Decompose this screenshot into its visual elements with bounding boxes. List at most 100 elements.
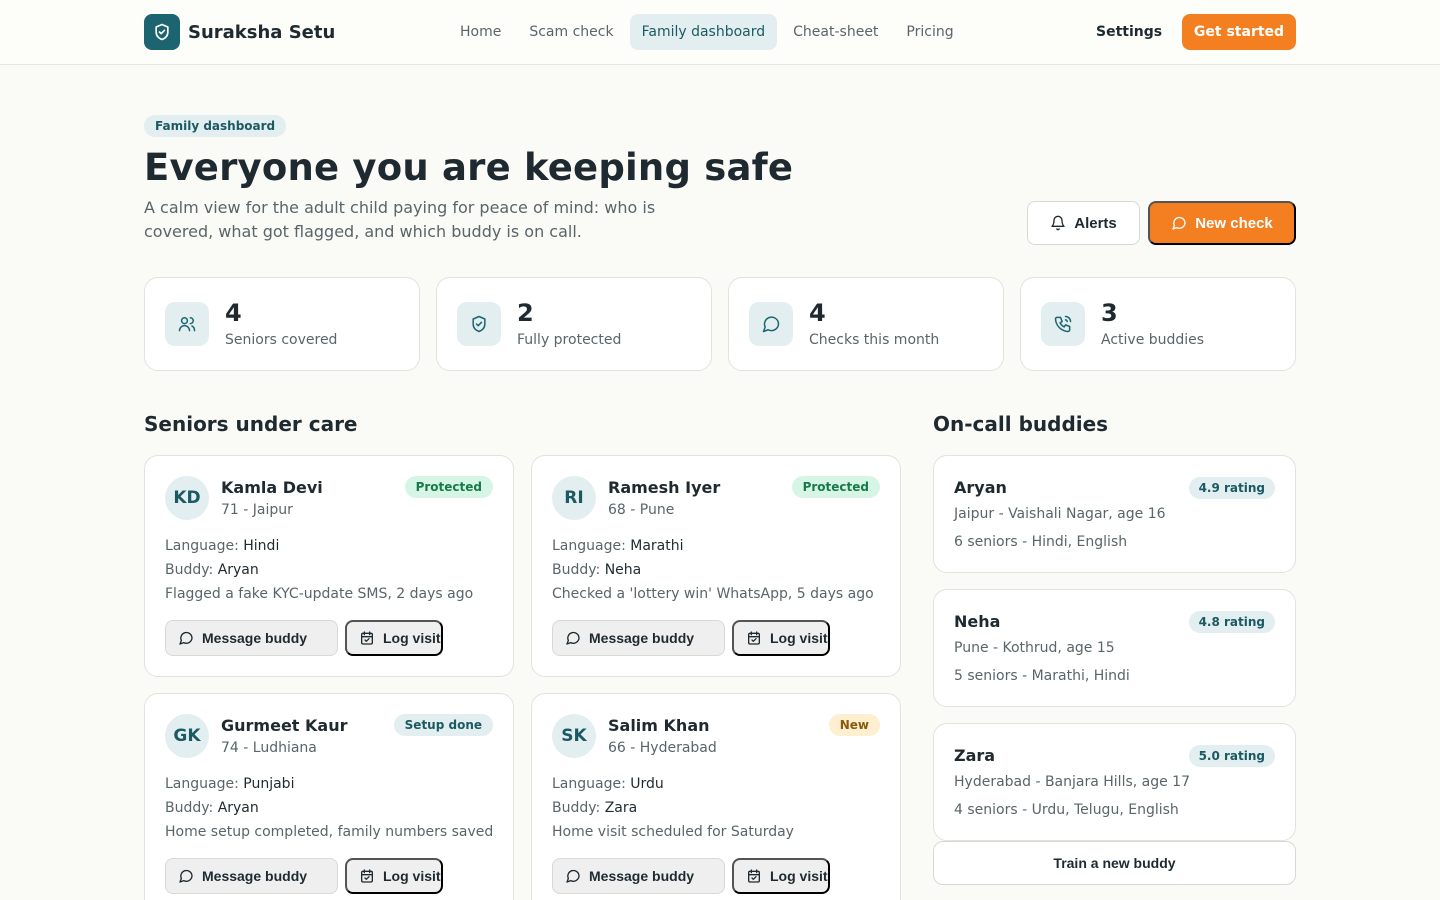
seniors-section-title: Seniors under care	[144, 412, 358, 436]
status-badge: Protected	[404, 476, 493, 498]
message-buddy-label: Message buddy	[202, 630, 308, 646]
senior-card: RI Ramesh Iyer 68 - Pune Protected Langu…	[531, 455, 901, 677]
alerts-label: Alerts	[1074, 214, 1117, 232]
language-label: Language:	[552, 538, 626, 554]
message-buddy-label: Message buddy	[202, 868, 308, 884]
stat-label: Active buddies	[1101, 332, 1205, 348]
buddy-label: Buddy:	[165, 562, 214, 578]
senior-name: Salim Khan	[608, 716, 710, 735]
page-subtitle: A calm view for the adult child paying f…	[144, 198, 656, 241]
buddy-card[interactable]: Neha 4.8 rating Pune - Kothrud, age 15 5…	[933, 589, 1296, 707]
buddy-value: Aryan	[217, 562, 259, 578]
brand[interactable]: Suraksha Setu	[144, 14, 335, 50]
message-buddy-button[interactable]: Message buddy	[552, 858, 725, 894]
stat-fully-protected: 2 Fully protected	[436, 277, 712, 371]
senior-card: KD Kamla Devi 71 - Jaipur Protected Lang…	[144, 455, 514, 677]
language-row: Language: Punjabi	[165, 776, 294, 792]
main-nav: Home Scam check Family dashboard Cheat-s…	[448, 14, 970, 50]
message-buddy-button[interactable]: Message buddy	[552, 620, 725, 656]
stat-value: 4	[809, 299, 826, 327]
status-badge: New	[828, 714, 880, 736]
buddy-label: Buddy:	[552, 562, 601, 578]
brand-name: Suraksha Setu	[188, 21, 336, 43]
message-buddy-button[interactable]: Message buddy	[165, 858, 338, 894]
senior-card: GK Gurmeet Kaur 74 - Ludhiana Setup done…	[144, 693, 514, 900]
chat-icon	[179, 631, 193, 645]
log-visit-label: Log visit	[770, 630, 828, 646]
stat-value: 3	[1101, 299, 1118, 327]
language-value: Marathi	[630, 538, 684, 554]
buddy-label: Buddy:	[552, 800, 601, 816]
language-row: Language: Hindi	[165, 538, 279, 554]
buddy-value: Aryan	[217, 800, 259, 816]
avatar: KD	[165, 476, 209, 520]
log-visit-label: Log visit	[383, 868, 441, 884]
language-row: Language: Marathi	[552, 538, 684, 554]
buddy-card[interactable]: Zara 5.0 rating Hyderabad - Banjara Hill…	[933, 723, 1296, 841]
get-started-button[interactable]: Get started	[1182, 14, 1296, 50]
top-navigation-bar: Suraksha Setu Home Scam check Family das…	[0, 0, 1440, 65]
message-buddy-label: Message buddy	[589, 630, 695, 646]
buddy-card[interactable]: Aryan 4.9 rating Jaipur - Vaishali Nagar…	[933, 455, 1296, 573]
latest-activity: Checked a 'lottery win' WhatsApp, 5 days…	[552, 586, 874, 602]
buddy-location: Pune - Kothrud, age 15	[954, 640, 1115, 656]
senior-age-city: 66 - Hyderabad	[608, 740, 717, 756]
users-icon	[165, 302, 209, 346]
latest-activity: Flagged a fake KYC-update SMS, 2 days ag…	[165, 586, 474, 602]
message-buddy-label: Message buddy	[589, 868, 695, 884]
nav-scam-check[interactable]: Scam check	[517, 14, 625, 50]
language-row: Language: Urdu	[552, 776, 664, 792]
buddy-location: Hyderabad - Banjara Hills, age 17	[954, 774, 1190, 790]
stat-value: 4	[225, 299, 242, 327]
alerts-button[interactable]: Alerts	[1027, 201, 1140, 245]
chat-icon	[749, 302, 793, 346]
log-visit-button[interactable]: Log visit	[732, 620, 830, 656]
buddy-name: Zara	[954, 746, 996, 765]
calendar-check-icon	[748, 869, 760, 883]
avatar: RI	[552, 476, 596, 520]
train-new-buddy-button[interactable]: Train a new buddy	[933, 841, 1296, 885]
stat-checks-this-month: 4 Checks this month	[728, 277, 1004, 371]
shield-check-icon	[144, 14, 180, 50]
senior-age-city: 68 - Pune	[608, 502, 675, 518]
buddy-name: Aryan	[954, 478, 1007, 497]
calendar-check-icon	[361, 631, 373, 645]
rating-badge: 5.0 rating	[1188, 745, 1275, 767]
buddy-row: Buddy: Neha	[552, 562, 641, 578]
nav-cheat-sheet[interactable]: Cheat-sheet	[781, 14, 890, 50]
language-label: Language:	[165, 538, 239, 554]
message-buddy-button[interactable]: Message buddy	[165, 620, 338, 656]
stat-value: 2	[517, 299, 534, 327]
nav-pricing[interactable]: Pricing	[894, 14, 965, 50]
buddy-name: Neha	[954, 612, 1001, 631]
new-check-label: New check	[1195, 214, 1273, 232]
buddy-row: Buddy: Zara	[552, 800, 637, 816]
senior-card: SK Salim Khan 66 - Hyderabad New Languag…	[531, 693, 901, 900]
log-visit-button[interactable]: Log visit	[345, 620, 443, 656]
bell-icon	[1051, 215, 1065, 231]
settings-link[interactable]: Settings	[1096, 14, 1162, 50]
buddy-seniors-languages: 6 seniors - Hindi, English	[954, 534, 1128, 550]
new-check-button[interactable]: New check	[1148, 201, 1296, 245]
log-visit-button[interactable]: Log visit	[345, 858, 443, 894]
latest-activity: Home setup completed, family numbers sav…	[165, 824, 494, 840]
stat-seniors-covered: 4 Seniors covered	[144, 277, 420, 371]
page-section-pill: Family dashboard	[144, 115, 287, 137]
language-value: Hindi	[243, 538, 280, 554]
status-badge: Protected	[791, 476, 880, 498]
senior-name: Ramesh Iyer	[608, 478, 721, 497]
buddies-section-title: On-call buddies	[933, 412, 1109, 436]
rating-badge: 4.8 rating	[1188, 611, 1275, 633]
nav-home[interactable]: Home	[448, 14, 513, 50]
language-label: Language:	[165, 776, 239, 792]
buddy-row: Buddy: Aryan	[165, 562, 259, 578]
buddy-value: Neha	[604, 562, 642, 578]
phone-icon	[1041, 302, 1085, 346]
nav-family-dashboard[interactable]: Family dashboard	[629, 14, 778, 50]
shield-icon	[457, 302, 501, 346]
log-visit-label: Log visit	[383, 630, 441, 646]
language-value: Punjabi	[243, 776, 295, 792]
status-badge: Setup done	[393, 714, 493, 736]
chat-icon	[566, 869, 580, 883]
log-visit-button[interactable]: Log visit	[732, 858, 830, 894]
